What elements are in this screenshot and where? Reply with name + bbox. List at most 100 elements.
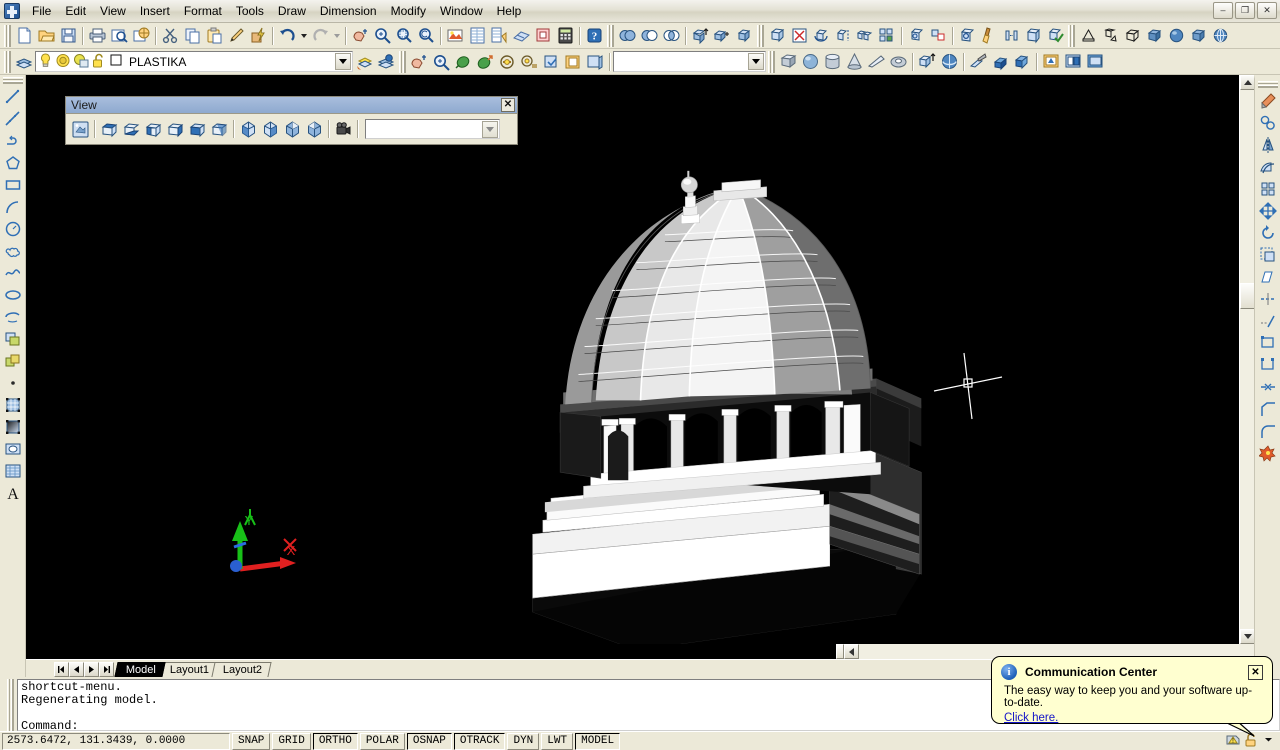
line-icon[interactable] xyxy=(2,86,24,108)
menu-file[interactable]: File xyxy=(25,1,58,22)
make-block-icon[interactable] xyxy=(2,350,24,372)
next-tab-icon[interactable] xyxy=(84,661,99,677)
left-view-icon[interactable] xyxy=(142,118,164,140)
clean-icon[interactable] xyxy=(978,25,1000,47)
tab-model[interactable]: Model xyxy=(114,662,166,677)
sphere-shade-icon[interactable] xyxy=(1165,25,1187,47)
3d-rotate-icon[interactable] xyxy=(810,25,832,47)
multiline-text-icon[interactable]: A xyxy=(2,482,24,504)
sphere-solid-icon[interactable] xyxy=(799,51,821,73)
union-icon[interactable] xyxy=(616,25,638,47)
save-icon[interactable] xyxy=(57,25,79,47)
status-toggle-lwt[interactable]: LWT xyxy=(541,732,574,750)
view-toolbar-titlebar[interactable]: View ✕ xyxy=(66,97,517,114)
undo-dropdown-arrow[interactable] xyxy=(298,25,309,47)
view-name-combo[interactable] xyxy=(365,119,500,139)
slice-solid-icon[interactable] xyxy=(967,51,989,73)
cylinder-solid-icon[interactable] xyxy=(821,51,843,73)
color-control-icon[interactable] xyxy=(452,51,474,73)
region-icon[interactable] xyxy=(2,438,24,460)
intersect-icon[interactable] xyxy=(660,25,682,47)
3d-align-icon[interactable] xyxy=(876,25,898,47)
hidden-box-icon[interactable] xyxy=(1187,25,1209,47)
trim-icon[interactable] xyxy=(1257,288,1279,310)
se-isometric-icon[interactable] xyxy=(259,118,281,140)
construction-line-icon[interactable] xyxy=(2,108,24,130)
linetype-control-icon[interactable] xyxy=(474,51,496,73)
interfere-icon[interactable] xyxy=(1022,25,1044,47)
modify-toolbar-grip[interactable] xyxy=(1257,81,1278,88)
tab-layout2[interactable]: Layout2 xyxy=(211,662,272,677)
layer-color-swatch[interactable] xyxy=(109,53,123,70)
ellipse-arc-icon[interactable] xyxy=(2,306,24,328)
setup-profile-icon[interactable] xyxy=(1099,25,1121,47)
status-toggle-osnap[interactable]: OSNAP xyxy=(406,732,452,750)
menu-tools[interactable]: Tools xyxy=(229,1,271,22)
table-icon[interactable] xyxy=(2,460,24,482)
point-icon[interactable] xyxy=(2,372,24,394)
freeze-sun-icon[interactable] xyxy=(55,52,71,72)
status-toggle-ortho[interactable]: ORTHO xyxy=(312,732,358,750)
setup-view-icon[interactable] xyxy=(1077,25,1099,47)
toolbar-grip[interactable] xyxy=(4,24,11,47)
menu-view[interactable]: View xyxy=(93,1,133,22)
revision-cloud-icon[interactable] xyxy=(2,240,24,262)
view-name-combo-dropdown-button[interactable] xyxy=(482,121,498,138)
pan-realtime-icon[interactable] xyxy=(349,25,371,47)
shade-toolbar-grip[interactable] xyxy=(768,50,775,73)
redo-icon[interactable] xyxy=(309,25,331,47)
redo-dropdown-arrow[interactable] xyxy=(331,25,342,47)
arc-icon[interactable] xyxy=(2,196,24,218)
back-view-icon[interactable] xyxy=(208,118,230,140)
cut-icon[interactable] xyxy=(159,25,181,47)
extrude-solid-icon[interactable] xyxy=(916,51,938,73)
balloon-close-icon[interactable]: ✕ xyxy=(1248,664,1263,680)
hatch-icon[interactable] xyxy=(2,394,24,416)
drawing-canvas[interactable]: Y X xyxy=(26,75,1254,644)
scroll-down-button[interactable] xyxy=(1240,629,1254,644)
paste-icon[interactable] xyxy=(203,25,225,47)
wedge-solid-icon[interactable] xyxy=(865,51,887,73)
extend-icon[interactable] xyxy=(1257,310,1279,332)
interfere-solid-icon[interactable] xyxy=(1011,51,1033,73)
new-icon[interactable] xyxy=(13,25,35,47)
insert-block-icon[interactable] xyxy=(2,328,24,350)
setup-drawing-icon[interactable] xyxy=(956,25,978,47)
status-toggle-dyn[interactable]: DYN xyxy=(507,732,540,750)
make-object-layer-current-icon[interactable] xyxy=(353,51,375,73)
render-icon[interactable] xyxy=(444,25,466,47)
properties-copy-icon[interactable] xyxy=(584,51,606,73)
menu-draw[interactable]: Draw xyxy=(271,1,313,22)
freeze-viewport-icon[interactable] xyxy=(73,52,89,72)
plot-style-control-icon[interactable] xyxy=(518,51,540,73)
bottom-view-icon[interactable] xyxy=(120,118,142,140)
menu-window[interactable]: Window xyxy=(433,1,490,22)
tab-layout1[interactable]: Layout1 xyxy=(158,662,219,677)
design-center-icon[interactable] xyxy=(488,25,510,47)
minimize-button[interactable]: – xyxy=(1213,2,1233,19)
subtract-icon[interactable] xyxy=(638,25,660,47)
draw-toolbar-grip[interactable] xyxy=(2,77,23,84)
join-icon[interactable] xyxy=(1257,376,1279,398)
status-toggle-snap[interactable]: SNAP xyxy=(232,732,271,750)
layer-combo-dropdown-button[interactable] xyxy=(335,53,351,70)
ne-isometric-icon[interactable] xyxy=(281,118,303,140)
setup-drawing2-icon[interactable] xyxy=(1040,51,1062,73)
break-icon[interactable] xyxy=(1257,354,1279,376)
zoom-window-icon[interactable] xyxy=(393,25,415,47)
polyline-icon[interactable] xyxy=(2,130,24,152)
copy-object-icon[interactable] xyxy=(733,25,755,47)
break-at-point-icon[interactable] xyxy=(1257,332,1279,354)
open-icon[interactable] xyxy=(35,25,57,47)
layers-toolbar-grip[interactable] xyxy=(4,50,11,73)
spline-icon[interactable] xyxy=(2,262,24,284)
circle-icon[interactable] xyxy=(2,218,24,240)
copy-icon[interactable] xyxy=(181,25,203,47)
check-icon[interactable] xyxy=(1000,25,1022,47)
explode-icon[interactable] xyxy=(1257,442,1279,464)
box-solid-icon[interactable] xyxy=(777,51,799,73)
front-view-icon[interactable] xyxy=(186,118,208,140)
sheet-set-icon[interactable] xyxy=(532,25,554,47)
tool-palettes-icon[interactable] xyxy=(510,25,532,47)
help-icon[interactable]: ? xyxy=(583,25,605,47)
